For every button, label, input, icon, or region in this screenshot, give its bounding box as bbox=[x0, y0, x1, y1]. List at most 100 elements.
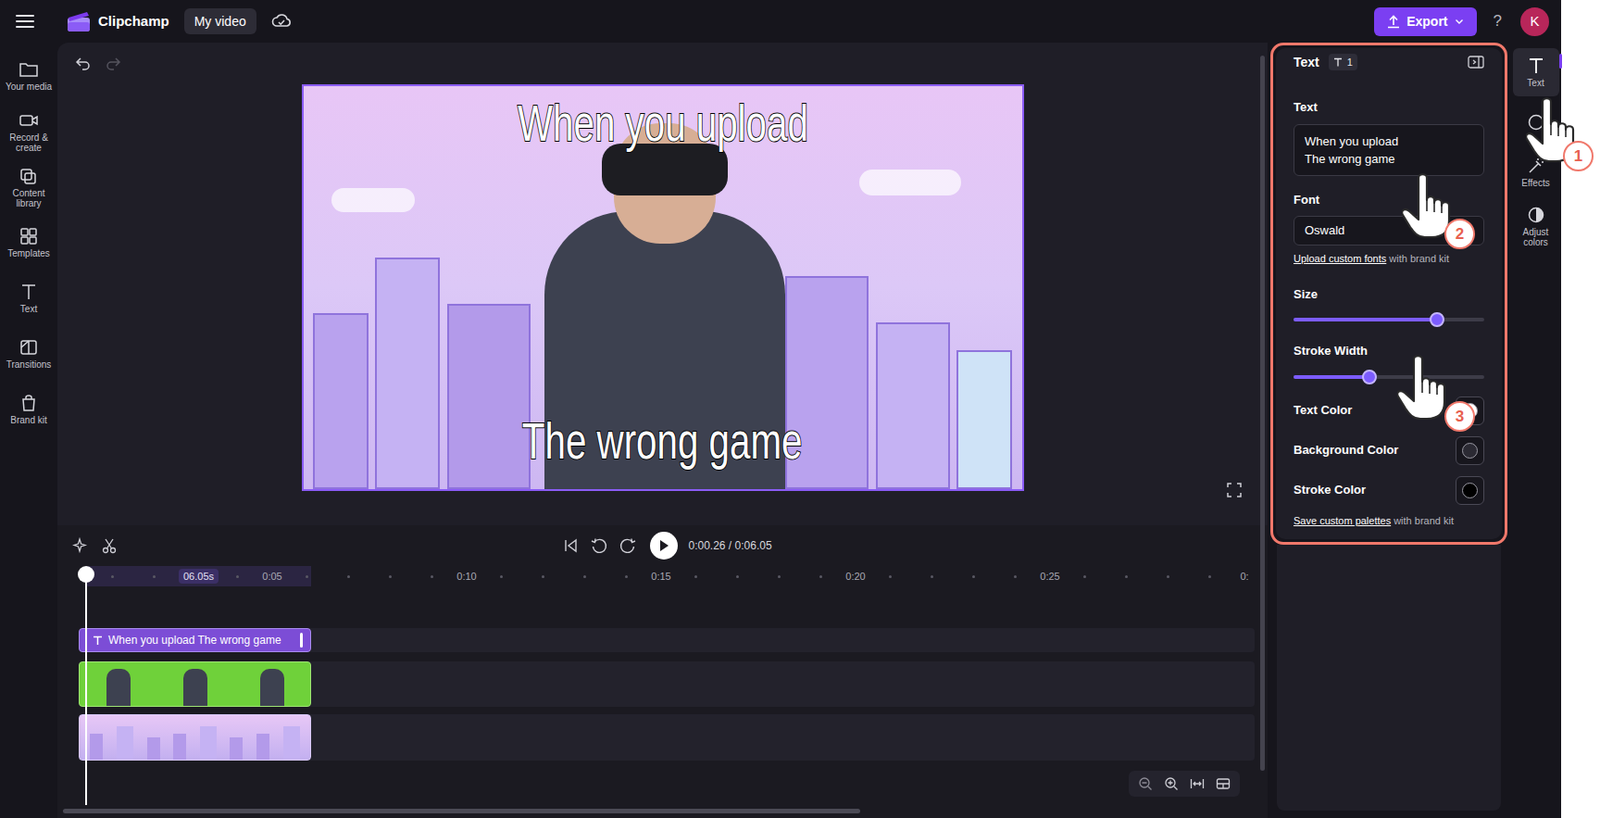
rewind-icon[interactable] bbox=[589, 536, 609, 555]
text-type-icon bbox=[92, 635, 103, 646]
preview-text-line[interactable]: When you upload bbox=[303, 93, 1023, 153]
step-number: 1 bbox=[1562, 140, 1594, 172]
menu-icon[interactable] bbox=[14, 11, 36, 32]
editor-main: When you upload The wrong game bbox=[57, 42, 1268, 818]
upload-fonts-link[interactable]: Upload custom fonts bbox=[1293, 252, 1387, 264]
adjust-colors-icon bbox=[1526, 205, 1546, 225]
export-button[interactable]: Export bbox=[1374, 7, 1476, 37]
properties-column: Text 1 Text When you upload The wrong bbox=[1267, 42, 1511, 818]
video-track bbox=[78, 661, 1255, 707]
video-preview[interactable]: When you upload The wrong game bbox=[301, 84, 1025, 491]
zoom-controls bbox=[1128, 770, 1240, 797]
slider-fill bbox=[1293, 317, 1438, 322]
cloud-saved-icon bbox=[271, 12, 292, 31]
vertical-scrollbar[interactable] bbox=[1260, 55, 1265, 771]
add-track-icon[interactable] bbox=[1212, 774, 1235, 793]
layer-count-badge: 1 bbox=[1328, 53, 1358, 71]
app: Clipchamp My video Export ? K Your media… bbox=[0, 0, 1562, 818]
sidebar-item[interactable]: Record & create bbox=[1, 105, 56, 158]
video-clip[interactable] bbox=[78, 661, 312, 707]
play-icon bbox=[658, 538, 670, 552]
scissors-icon[interactable] bbox=[100, 537, 118, 554]
undo-icon[interactable] bbox=[74, 53, 93, 73]
zoom-in-icon[interactable] bbox=[1160, 774, 1183, 793]
color-row: Background Color bbox=[1293, 435, 1485, 466]
background-track bbox=[78, 713, 1255, 761]
collapse-panel-icon[interactable] bbox=[1467, 54, 1485, 70]
palettes-note: Save custom paletteswith brand kit bbox=[1293, 512, 1485, 529]
slider-row: Size bbox=[1293, 285, 1485, 330]
chevron-down-icon bbox=[1454, 17, 1464, 25]
sidebar-item[interactable]: Brand kit bbox=[1, 383, 56, 436]
preview-text-line[interactable]: The wrong game bbox=[303, 411, 1023, 471]
slider-thumb[interactable] bbox=[1429, 312, 1445, 327]
clipchamp-logo-icon bbox=[66, 10, 91, 33]
text-type-icon bbox=[1333, 57, 1343, 67]
media-icon bbox=[18, 60, 39, 79]
pointer-hand-icon bbox=[1397, 353, 1450, 421]
ruler-tick: 0: bbox=[1230, 568, 1259, 585]
user-avatar[interactable]: K bbox=[1520, 7, 1550, 37]
text-clip[interactable]: When you upload The wrong game bbox=[78, 627, 312, 652]
highlight-outline: Text 1 Text When you upload The wrong bbox=[1270, 42, 1508, 545]
redo-icon bbox=[103, 53, 123, 73]
slider-track[interactable] bbox=[1293, 375, 1485, 379]
text-input[interactable]: When you upload The wrong game bbox=[1293, 124, 1485, 176]
forward-icon[interactable] bbox=[618, 536, 638, 555]
help-button[interactable]: ? bbox=[1491, 9, 1504, 34]
timeline: 0:00.26 / 0:06.05 0:05 0:10 0:15 0:20 0:25 0:… bbox=[57, 525, 1268, 818]
content-library-icon bbox=[18, 166, 39, 186]
record-icon bbox=[18, 111, 39, 130]
text-icon bbox=[1526, 56, 1546, 75]
step-number: 3 bbox=[1444, 400, 1475, 432]
horizontal-scrollbar[interactable] bbox=[62, 808, 861, 813]
time-ruler[interactable]: 0:050:100:150:200:250: 06.05s bbox=[57, 565, 1255, 587]
playback-time: 0:00.26 / 0:06.05 bbox=[688, 537, 773, 554]
duration-badge: 06.05s bbox=[178, 568, 219, 585]
tool-rail-item[interactable]: Text bbox=[1512, 48, 1560, 97]
text-properties-panel: Text 1 Text When you upload The wrong bbox=[1275, 48, 1502, 539]
color-swatch bbox=[1462, 482, 1478, 499]
color-swatch-button[interactable] bbox=[1455, 436, 1485, 465]
page-margin bbox=[1561, 0, 1600, 818]
project-name-button[interactable]: My video bbox=[184, 8, 257, 35]
slider-row: Stroke Width bbox=[1293, 341, 1485, 387]
ruler-tick: 0:25 bbox=[1036, 568, 1064, 585]
text-icon bbox=[18, 282, 39, 301]
fullscreen-icon[interactable] bbox=[1225, 481, 1243, 499]
zoom-out-icon[interactable] bbox=[1134, 774, 1157, 793]
background-clip[interactable] bbox=[78, 713, 312, 761]
sidebar-item[interactable]: Templates bbox=[1, 216, 56, 269]
sidebar-item[interactable]: Content library bbox=[1, 161, 56, 213]
step-number: 2 bbox=[1444, 218, 1475, 250]
text-track: When you upload The wrong game bbox=[78, 627, 1255, 652]
playhead-line bbox=[85, 573, 88, 805]
sidebar-item[interactable]: Transitions bbox=[1, 327, 56, 380]
transitions-icon bbox=[18, 337, 39, 357]
save-palettes-link[interactable]: Save custom palettes bbox=[1293, 514, 1391, 526]
upload-fonts-note: Upload custom fontswith brand kit bbox=[1293, 250, 1485, 267]
color-row: Stroke Color bbox=[1293, 475, 1485, 506]
ruler-tick: 0:15 bbox=[647, 568, 675, 585]
skip-to-start-icon[interactable] bbox=[561, 536, 580, 555]
slider-thumb[interactable] bbox=[1362, 369, 1377, 385]
clip-handle[interactable] bbox=[300, 632, 303, 648]
sidebar-item[interactable]: Text bbox=[1, 272, 56, 325]
upload-icon bbox=[1387, 14, 1400, 29]
preview-panel: When you upload The wrong game bbox=[57, 42, 1268, 525]
sidebar-item[interactable]: Your media bbox=[1, 50, 56, 102]
templates-icon bbox=[18, 226, 39, 246]
play-button[interactable] bbox=[650, 531, 678, 560]
font-label: Font bbox=[1293, 190, 1485, 210]
ruler-tick: 0:20 bbox=[841, 568, 870, 585]
tool-rail-item[interactable]: Adjust colors bbox=[1512, 201, 1560, 250]
slider-track[interactable] bbox=[1293, 317, 1485, 322]
ruler-tick: 0:05 bbox=[258, 568, 287, 585]
magic-sparkle-icon[interactable] bbox=[72, 537, 89, 554]
brand-kit-icon bbox=[18, 393, 39, 413]
fit-timeline-icon[interactable] bbox=[1186, 774, 1209, 793]
panel-header: Text 1 bbox=[1293, 48, 1485, 76]
color-swatch-button[interactable] bbox=[1455, 475, 1485, 505]
text-label: Text bbox=[1293, 98, 1485, 117]
ruler-tick: 0:10 bbox=[452, 568, 481, 585]
